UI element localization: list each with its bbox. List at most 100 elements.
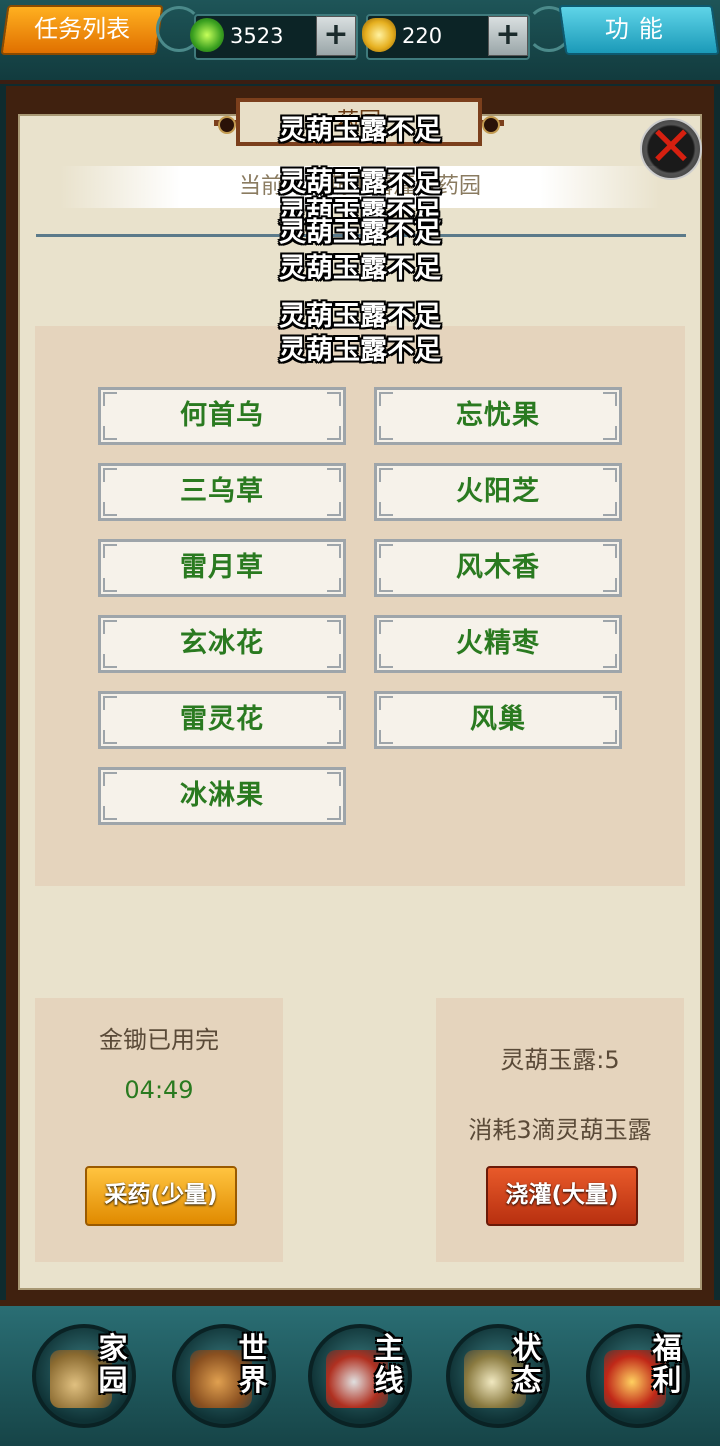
herb-corner-ornament [379, 468, 393, 482]
nav-main-quest[interactable]: 主线 [308, 1324, 412, 1428]
herb-button[interactable]: 风木香 [374, 539, 622, 597]
dew-count: 灵葫玉露:5 [500, 1046, 620, 1074]
herb-corner-ornament [327, 654, 341, 668]
herb-corner-ornament [327, 578, 341, 592]
nav-label: 状态 [512, 1331, 542, 1397]
herb-button[interactable]: 玄冰花 [98, 615, 346, 673]
herb-label: 冰淋果 [180, 780, 264, 811]
herb-button[interactable]: 风巢 [374, 691, 622, 749]
herb-corner-ornament [103, 730, 117, 744]
herb-corner-ornament [103, 426, 117, 440]
herb-corner-ornament [103, 654, 117, 668]
gold-ingot-icon [362, 18, 396, 52]
herb-corner-ornament [327, 468, 341, 482]
herb-corner-ornament [603, 696, 617, 710]
nav-world[interactable]: 世界 [172, 1324, 276, 1428]
task-list-button[interactable]: 任务列表 [0, 5, 164, 55]
herb-corner-ornament [379, 696, 393, 710]
herb-corner-ornament [603, 392, 617, 406]
water-box: 灵葫玉露:5 消耗3滴灵葫玉露 浇灌(大量) [436, 998, 684, 1262]
herb-corner-ornament [103, 468, 117, 482]
herb-button[interactable]: 雷月草 [98, 539, 346, 597]
herb-corner-ornament [603, 468, 617, 482]
top-bar: 任务列表 3523 + 220 + 功能 [0, 0, 720, 84]
herb-label: 风木香 [456, 552, 540, 583]
bottom-nav: 家园 世界 主线 状态 福利 [0, 1300, 720, 1446]
herb-corner-ornament [327, 620, 341, 634]
nav-label: 主线 [374, 1331, 404, 1397]
herb-corner-ornament [103, 806, 117, 820]
herb-corner-ornament [379, 502, 393, 516]
herb-corner-ornament [379, 578, 393, 592]
herb-corner-ornament [327, 426, 341, 440]
harvest-box: 金锄已用完 04:49 采药(少量) [35, 998, 283, 1262]
herb-button[interactable]: 火阳芝 [374, 463, 622, 521]
herb-corner-ornament [327, 696, 341, 710]
herb-button[interactable]: 何首乌 [98, 387, 346, 445]
herb-corner-ornament [379, 392, 393, 406]
herb-corner-ornament [603, 730, 617, 744]
herb-label: 风巢 [470, 704, 526, 735]
nav-label: 福利 [652, 1331, 682, 1397]
function-label: 功能 [604, 15, 673, 43]
herb-corner-ornament [379, 620, 393, 634]
herb-label: 忘忧果 [456, 400, 540, 431]
herb-corner-ornament [327, 544, 341, 558]
jade-value: 3523 [230, 24, 284, 48]
herb-label: 何首乌 [180, 400, 264, 431]
herb-label: 雷月草 [180, 552, 264, 583]
hoe-status: 金锄已用完 [99, 1026, 219, 1054]
nav-welfare[interactable]: 福利 [586, 1324, 690, 1428]
nav-label: 家园 [98, 1331, 128, 1397]
gold-currency: 220 + [362, 14, 530, 60]
floating-message: 灵葫玉露不足 [279, 217, 441, 248]
function-button[interactable]: 功能 [558, 5, 720, 55]
herb-corner-ornament [603, 620, 617, 634]
herb-corner-ornament [103, 696, 117, 710]
herb-corner-ornament [379, 654, 393, 668]
herb-corner-ornament [603, 426, 617, 440]
herb-corner-ornament [327, 502, 341, 516]
herb-button[interactable]: 火精枣 [374, 615, 622, 673]
jade-currency: 3523 + [190, 14, 358, 60]
herb-corner-ornament [327, 772, 341, 786]
herb-corner-ornament [379, 730, 393, 744]
herb-corner-ornament [327, 730, 341, 744]
herb-button[interactable]: 冰淋果 [98, 767, 346, 825]
herb-corner-ornament [379, 544, 393, 558]
herb-corner-ornament [103, 502, 117, 516]
herb-corner-ornament [103, 772, 117, 786]
herb-corner-ornament [103, 578, 117, 592]
jade-dragon-icon [190, 18, 224, 52]
herb-label: 火精枣 [456, 628, 540, 659]
herb-button[interactable]: 三乌草 [98, 463, 346, 521]
task-list-label: 任务列表 [34, 15, 131, 43]
herb-corner-ornament [379, 426, 393, 440]
nav-status[interactable]: 状态 [446, 1324, 550, 1428]
dew-cost: 消耗3滴灵葫玉露 [468, 1116, 652, 1144]
herb-button[interactable]: 雷灵花 [98, 691, 346, 749]
herb-button[interactable]: 忘忧果 [374, 387, 622, 445]
floating-message: 灵葫玉露不足 [279, 335, 441, 366]
herb-label: 玄冰花 [180, 628, 264, 659]
water-large-button[interactable]: 浇灌(大量) [486, 1166, 638, 1226]
herb-corner-ornament [603, 654, 617, 668]
nav-home[interactable]: 家园 [32, 1324, 136, 1428]
herb-label: 三乌草 [180, 476, 264, 507]
herb-corner-ornament [327, 392, 341, 406]
add-jade-button[interactable]: + [316, 16, 356, 56]
herb-corner-ornament [103, 544, 117, 558]
floating-message: 灵葫玉露不足 [279, 115, 441, 146]
herb-corner-ornament [327, 806, 341, 820]
floating-message: 灵葫玉露不足 [279, 253, 441, 284]
herb-label: 雷灵花 [180, 704, 264, 735]
herb-corner-ornament [103, 392, 117, 406]
herb-label: 火阳芝 [456, 476, 540, 507]
nav-label: 世界 [238, 1331, 268, 1397]
herb-corner-ornament [603, 578, 617, 592]
harvest-small-button[interactable]: 采药(少量) [85, 1166, 237, 1226]
countdown-timer: 04:49 [124, 1076, 194, 1104]
gold-value: 220 [402, 24, 443, 48]
add-gold-button[interactable]: + [488, 16, 528, 56]
herb-corner-ornament [103, 620, 117, 634]
